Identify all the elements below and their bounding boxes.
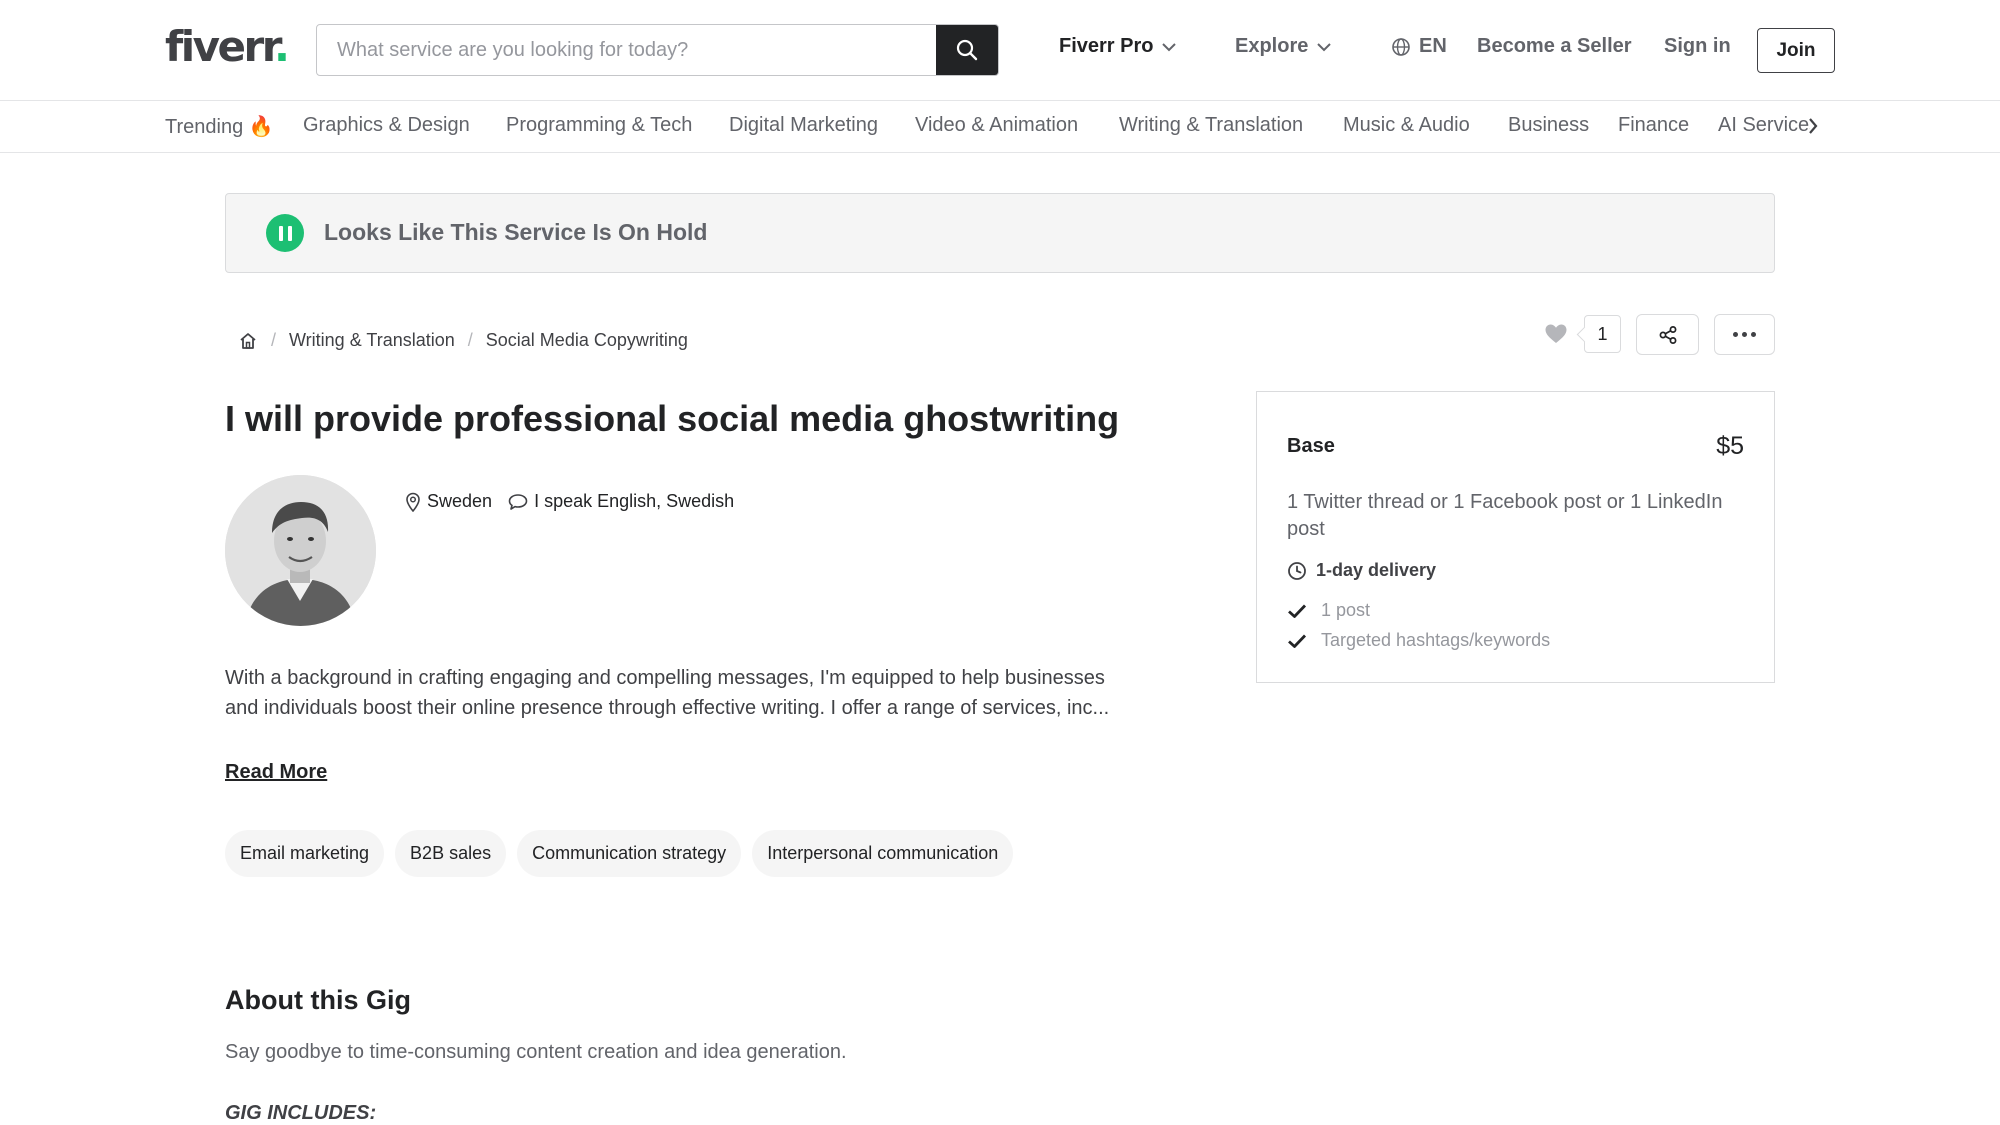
category-music-audio[interactable]: Music & Audio (1343, 114, 1470, 137)
package-feature: 1 post (1287, 600, 1370, 621)
fiverr-pro-label: Fiverr Pro (1059, 35, 1154, 57)
on-hold-banner: Looks Like This Service Is On Hold (225, 193, 1775, 273)
chevron-down-icon (1317, 42, 1332, 51)
seller-photo (225, 475, 376, 626)
read-more-link[interactable]: Read More (225, 761, 327, 784)
package-name: Base (1287, 435, 1335, 457)
seller-meta: Sweden I speak English, Swedish (405, 491, 734, 512)
package-feature: Targeted hashtags/keywords (1287, 630, 1550, 651)
breadcrumb-separator: / (467, 330, 473, 350)
breadcrumb-social-media-copywriting[interactable]: Social Media Copywriting (486, 330, 688, 351)
seller-location: Sweden (405, 491, 492, 512)
more-options-button[interactable] (1714, 314, 1775, 355)
language-selector[interactable]: EN (1391, 35, 1447, 58)
feature-text: Targeted hashtags/keywords (1321, 630, 1551, 650)
tag-email-marketing[interactable]: Email marketing (225, 830, 385, 877)
chevron-down-icon (1162, 42, 1177, 51)
seller-languages: I speak English, Swedish (508, 491, 734, 512)
delivery-text: 1-day delivery (1316, 560, 1437, 580)
category-ai-services[interactable]: AI Services (1718, 114, 1810, 137)
speech-bubble-icon (508, 493, 528, 510)
tag-communication-strategy[interactable]: Communication strategy (517, 830, 742, 877)
category-writing-translation[interactable]: Writing & Translation (1119, 114, 1303, 137)
location-text: Sweden (427, 491, 493, 511)
explore-menu[interactable]: Explore (1235, 35, 1332, 58)
location-pin-icon (406, 492, 420, 512)
dot (1742, 332, 1747, 337)
search-button[interactable] (936, 25, 998, 75)
explore-label: Explore (1235, 35, 1309, 57)
search-bar (316, 24, 999, 76)
clock-icon (1288, 561, 1306, 580)
breadcrumb-separator: / (271, 330, 277, 350)
pause-icon (266, 214, 304, 252)
category-digital-marketing[interactable]: Digital Marketing (729, 114, 878, 137)
seller-avatar[interactable] (225, 475, 376, 626)
breadcrumb-writing-translation[interactable]: Writing & Translation (289, 330, 455, 351)
share-icon (1659, 325, 1676, 344)
home-icon[interactable] (238, 331, 258, 351)
chevron-right-icon[interactable] (1806, 115, 1820, 137)
category-graphics-design[interactable]: Graphics & Design (303, 114, 470, 137)
fiverr-pro-menu[interactable]: Fiverr Pro (1059, 35, 1177, 58)
tag-b2b-sales[interactable]: B2B sales (395, 830, 507, 877)
category-finance[interactable]: Finance (1618, 114, 1689, 137)
gig-description: With a background in crafting engaging a… (225, 667, 1110, 719)
category-video-animation[interactable]: Video & Animation (915, 114, 1078, 137)
like-count: 1 (1584, 315, 1621, 353)
feature-text: 1 post (1321, 600, 1371, 620)
dot (1733, 332, 1738, 337)
checkmark-icon (1288, 604, 1307, 618)
fiverr-logo[interactable]: fiverr. (165, 22, 290, 71)
sign-in-link[interactable]: Sign in (1664, 35, 1731, 58)
breadcrumb: / Writing & Translation / Social Media C… (238, 330, 688, 351)
category-trending[interactable]: Trending 🔥 (165, 114, 274, 139)
category-bar: Trending 🔥 Graphics & Design Programming… (0, 102, 2000, 153)
package-description: 1 Twitter thread or 1 Facebook post or 1… (1287, 491, 1723, 540)
search-icon (956, 39, 978, 61)
language-label: EN (1419, 35, 1447, 57)
checkmark-icon (1288, 634, 1307, 648)
dot (1751, 332, 1756, 337)
package-price: $5 (1716, 432, 1744, 460)
category-programming-tech[interactable]: Programming & Tech (506, 114, 692, 137)
gig-includes-heading: GIG INCLUDES: (225, 1102, 377, 1124)
about-heading: About this Gig (225, 985, 411, 1015)
category-business[interactable]: Business (1508, 114, 1589, 137)
search-input[interactable] (317, 25, 936, 75)
top-header: fiverr. Fiverr Pro Explore EN Become a S… (0, 0, 2000, 101)
on-hold-message: Looks Like This Service Is On Hold (324, 219, 708, 245)
become-seller-link[interactable]: Become a Seller (1477, 35, 1632, 58)
package-card: Base $5 1 Twitter thread or 1 Facebook p… (1256, 391, 1775, 683)
globe-icon (1392, 37, 1410, 56)
join-button[interactable]: Join (1757, 28, 1835, 73)
gig-title: I will provide professional social media… (225, 398, 1120, 439)
package-delivery: 1-day delivery (1287, 560, 1436, 581)
tag-interpersonal-communication[interactable]: Interpersonal communication (752, 830, 1014, 877)
share-button[interactable] (1636, 314, 1699, 355)
heart-icon[interactable] (1543, 321, 1569, 347)
gig-tags: Email marketing B2B sales Communication … (225, 830, 1014, 877)
about-text: Say goodbye to time-consuming content cr… (225, 1041, 847, 1063)
languages-text: I speak English, Swedish (534, 491, 735, 511)
